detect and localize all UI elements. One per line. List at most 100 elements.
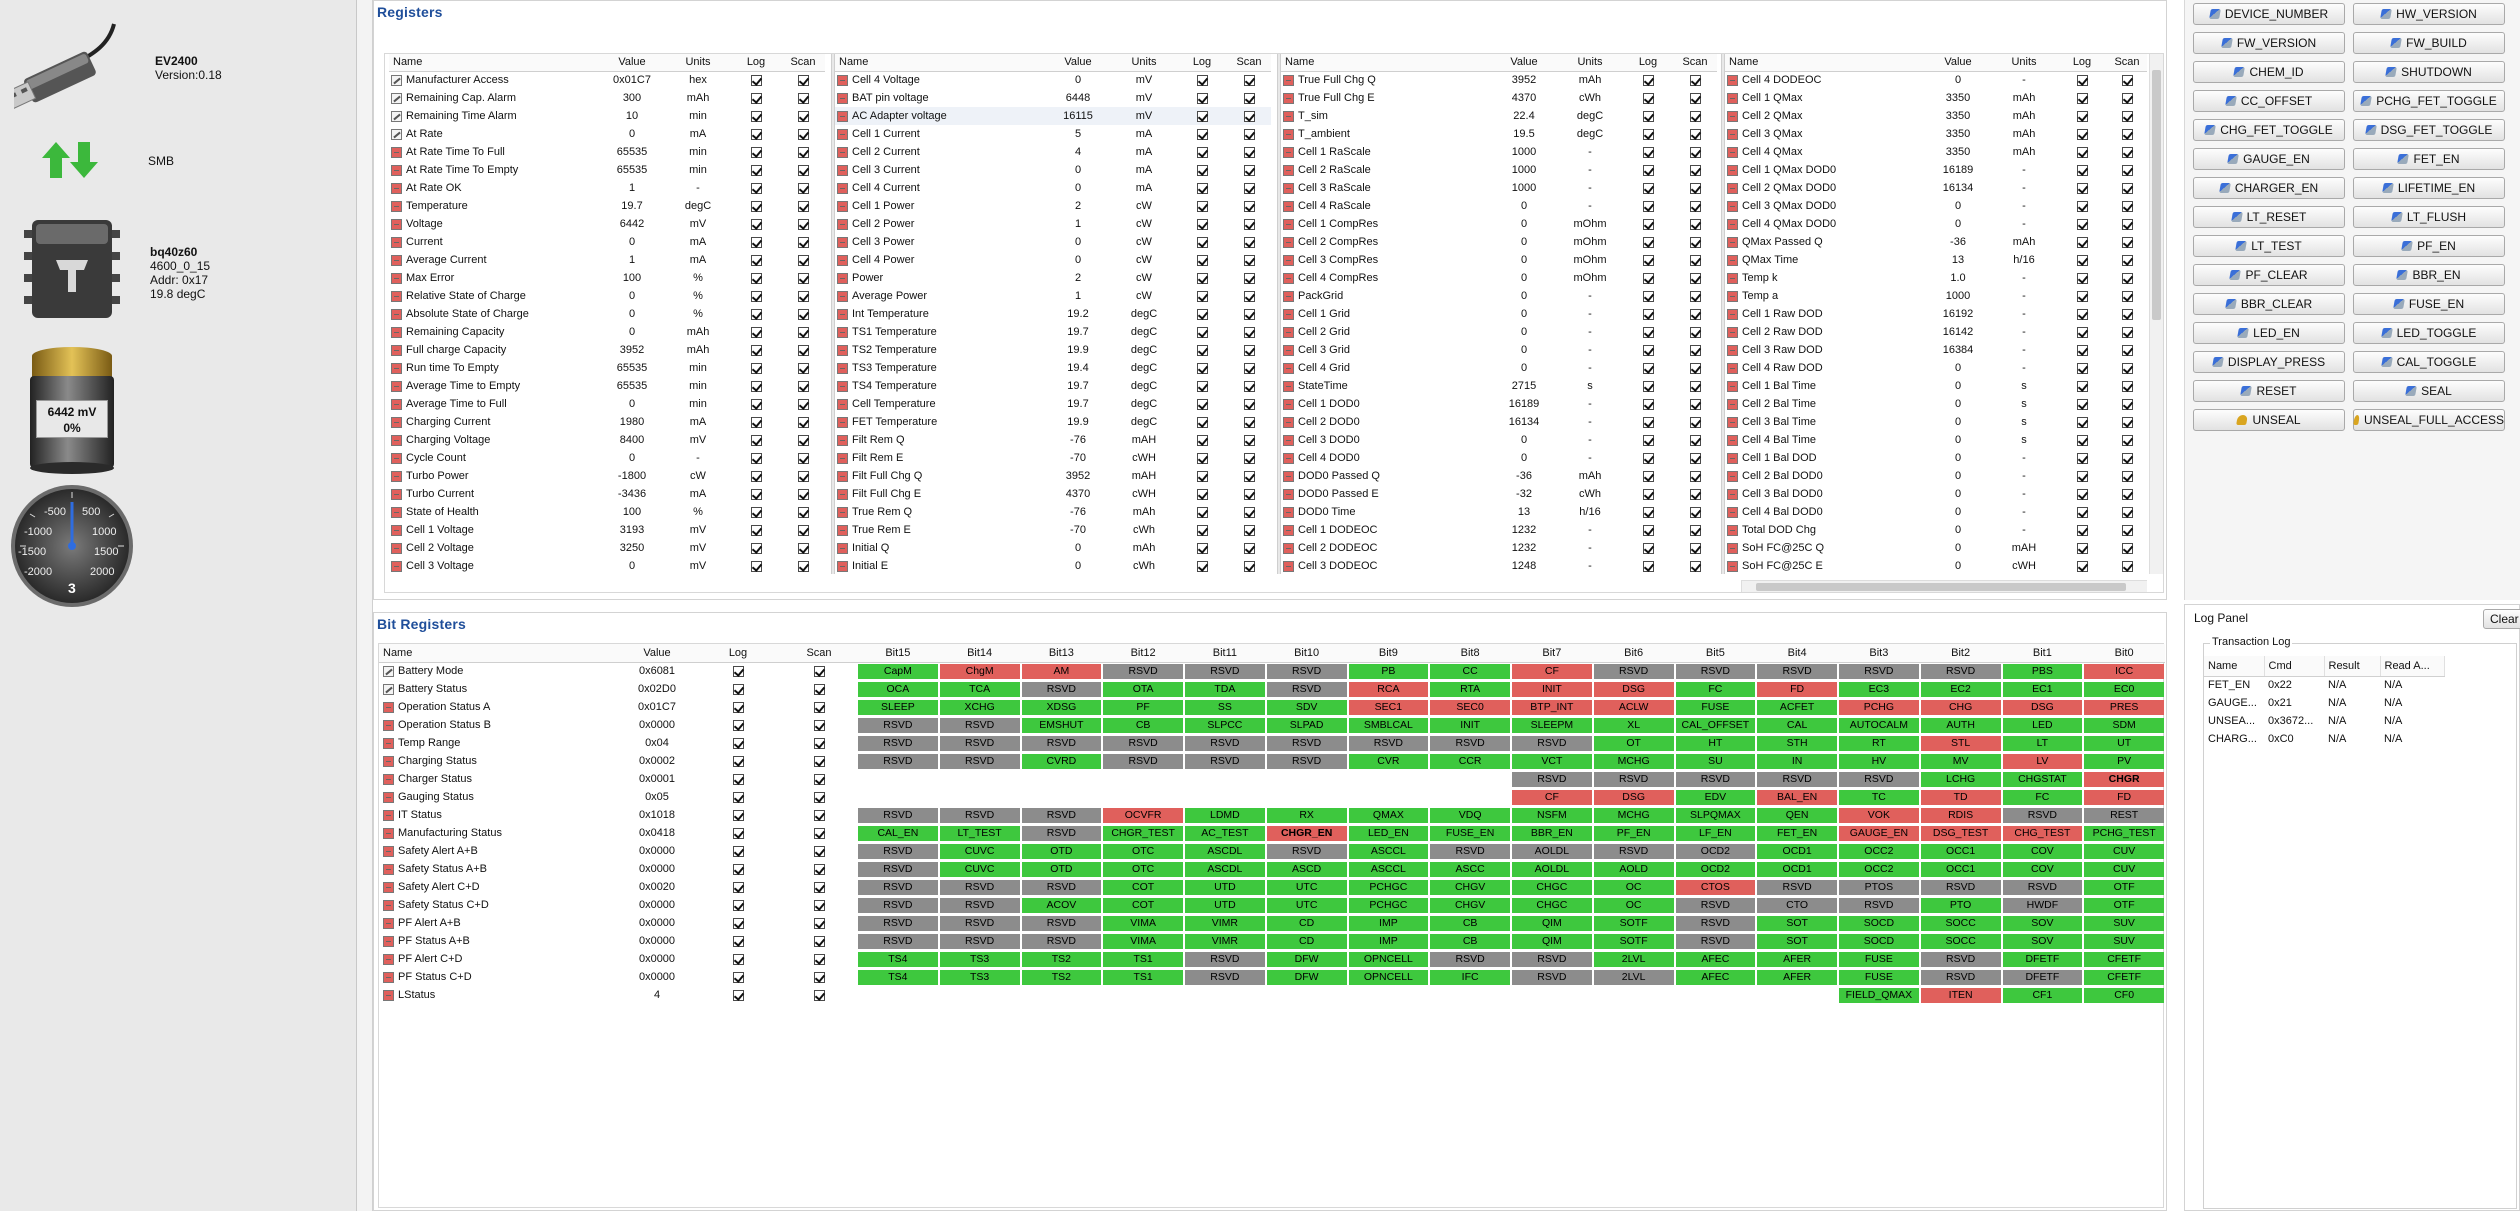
log-checkbox[interactable] — [2076, 434, 2088, 446]
scan-checkbox[interactable] — [797, 74, 809, 86]
register-row[interactable]: Cell 3 RaScale 1000 - — [1281, 179, 1717, 197]
bit-flag[interactable]: DFW — [1266, 969, 1347, 985]
scan-checkbox[interactable] — [1689, 254, 1701, 266]
bit-flag[interactable]: AFER — [1757, 951, 1837, 967]
log-checkbox[interactable] — [1642, 308, 1654, 320]
bit-flag[interactable]: CUVC — [939, 861, 1020, 877]
bit-flag[interactable]: SOCD — [1839, 915, 1919, 931]
register-row[interactable]: Cell 3 Bal DOD0 0 - — [1725, 485, 2147, 503]
bit-flag[interactable]: TS3 — [939, 951, 1020, 967]
pf-en-button[interactable]: PF_EN — [2353, 235, 2505, 257]
log-checkbox[interactable] — [1642, 434, 1654, 446]
usb-adapter-icon[interactable] — [3, 14, 124, 114]
scan-checkbox[interactable] — [1689, 290, 1701, 302]
log-checkbox[interactable] — [750, 308, 762, 320]
scan-checkbox[interactable] — [2121, 92, 2133, 104]
led-en-button[interactable]: LED_EN — [2193, 322, 2345, 344]
bit-flag[interactable]: RSVD — [939, 807, 1020, 823]
bit-flag[interactable]: SMBLCAL — [1348, 717, 1429, 733]
register-row[interactable]: T_sim 22.4 degC — [1281, 107, 1717, 125]
log-checkbox[interactable] — [1196, 200, 1208, 212]
log-checkbox[interactable] — [1196, 470, 1208, 482]
bit-header-bit15[interactable]: Bit15 — [857, 644, 939, 663]
bit-flag[interactable]: CFETF — [2084, 951, 2164, 967]
bit-flag[interactable]: FIELD_QMAX — [1839, 987, 1919, 1003]
bit-flag[interactable]: SOT — [1757, 933, 1837, 949]
scan-checkbox[interactable] — [1689, 434, 1701, 446]
bit-register-row[interactable]: LStatus 4 FIELD_QMAX ITEN CF1 CF0 — [379, 986, 2165, 1004]
log-checkbox[interactable] — [2076, 452, 2088, 464]
bit-flag[interactable]: RCA — [1348, 681, 1429, 697]
scan-checkbox[interactable] — [2121, 200, 2133, 212]
scan-checkbox[interactable] — [1243, 380, 1255, 392]
bit-flag[interactable]: PCHGC — [1348, 879, 1429, 895]
bit-header-value[interactable]: Value — [619, 644, 695, 663]
log-checkbox[interactable] — [750, 218, 762, 230]
bit-flag[interactable]: FD — [1757, 681, 1837, 697]
bit-flag[interactable]: SEC0 — [1430, 699, 1510, 715]
bit-flag[interactable]: FUSE_EN — [1430, 825, 1510, 841]
bit-register-row[interactable]: Manufacturing Status 0x0418 CAL_EN LT_TEST R… — [379, 824, 2165, 842]
bit-flag[interactable]: RSVD — [1839, 897, 1919, 913]
log-checkbox[interactable] — [732, 881, 744, 893]
log-row[interactable]: CHARG... 0xC0 N/A N/A — [2204, 730, 2444, 748]
bit-flag[interactable]: AUTOCALM — [1839, 717, 1919, 733]
scan-checkbox[interactable] — [2121, 74, 2133, 86]
scan-checkbox[interactable] — [813, 701, 825, 713]
log-checkbox[interactable] — [2076, 308, 2088, 320]
bit-register-row[interactable]: Battery Mode 0x6081 CapM ChgM AM RSVD RSVD RSVD… — [379, 662, 2165, 680]
log-checkbox[interactable] — [1196, 218, 1208, 230]
log-checkbox[interactable] — [1642, 416, 1654, 428]
log-checkbox[interactable] — [750, 506, 762, 518]
register-row[interactable]: Cell 3 Grid 0 - — [1281, 341, 1717, 359]
bit-flag[interactable]: RSVD — [858, 897, 938, 913]
bit-flag[interactable]: LED — [2002, 717, 2083, 733]
bit-flag[interactable]: ITEN — [1920, 987, 2001, 1003]
scan-checkbox[interactable] — [1689, 146, 1701, 158]
bit-flag[interactable]: BAL_EN — [1757, 789, 1837, 805]
fw-build-button[interactable]: FW_BUILD — [2353, 32, 2505, 54]
register-row[interactable]: BAT pin voltage 6448 mV — [835, 89, 1271, 107]
register-row[interactable]: Average Power 1 cW — [835, 287, 1271, 305]
lt-reset-button[interactable]: LT_RESET — [2193, 206, 2345, 228]
scan-checkbox[interactable] — [797, 92, 809, 104]
bit-flag[interactable]: DSG — [2002, 699, 2083, 715]
scan-checkbox[interactable] — [1243, 326, 1255, 338]
bit-flag[interactable]: OC — [1593, 897, 1674, 913]
log-checkbox[interactable] — [732, 755, 744, 767]
log-checkbox[interactable] — [2076, 290, 2088, 302]
bit-flag[interactable]: AM — [1021, 663, 1102, 679]
scan-checkbox[interactable] — [813, 827, 825, 839]
log-checkbox[interactable] — [732, 665, 744, 677]
bit-flag[interactable]: SS — [1185, 699, 1265, 715]
bit-flag[interactable]: RSVD — [1920, 969, 2001, 985]
bit-flag[interactable]: CHG — [1920, 699, 2001, 715]
scan-checkbox[interactable] — [813, 881, 825, 893]
log-checkbox[interactable] — [1196, 236, 1208, 248]
bit-flag[interactable]: CHGR_EN — [1266, 825, 1347, 841]
scan-checkbox[interactable] — [2121, 488, 2133, 500]
scan-checkbox[interactable] — [797, 470, 809, 482]
log-checkbox[interactable] — [1196, 110, 1208, 122]
bit-header-bit13[interactable]: Bit13 — [1020, 644, 1103, 663]
bit-flag[interactable]: RSVD — [1430, 735, 1510, 751]
register-row[interactable]: Cell 1 Power 2 cW — [835, 197, 1271, 215]
bit-flag[interactable]: RSVD — [1266, 843, 1347, 859]
bit-flag[interactable]: STL — [1920, 735, 2001, 751]
log-checkbox[interactable] — [732, 935, 744, 947]
register-row[interactable]: Cell 2 CompRes 0 mOhm — [1281, 233, 1717, 251]
bit-flag[interactable]: PCHGC — [1348, 897, 1429, 913]
bit-flag[interactable]: XCHG — [939, 699, 1020, 715]
bit-register-row[interactable]: Safety Status A+B 0x0000 RSVD CUVC OTD OTC ASC… — [379, 860, 2165, 878]
log-checkbox[interactable] — [750, 434, 762, 446]
bit-flag[interactable]: CTOS — [1675, 879, 1756, 895]
scan-checkbox[interactable] — [1689, 128, 1701, 140]
bit-flag[interactable]: RSVD — [1757, 771, 1837, 787]
scan-checkbox[interactable] — [813, 953, 825, 965]
bit-register-row[interactable]: Charging Status 0x0002 RSVD RSVD CVRD RSVD RSV… — [379, 752, 2165, 770]
pf-clear-button[interactable]: PF_CLEAR — [2193, 264, 2345, 286]
bit-flag[interactable]: CCR — [1430, 753, 1510, 769]
log-checkbox[interactable] — [2076, 128, 2088, 140]
scan-checkbox[interactable] — [2121, 218, 2133, 230]
bit-flag[interactable]: RSVD — [1103, 753, 1183, 769]
